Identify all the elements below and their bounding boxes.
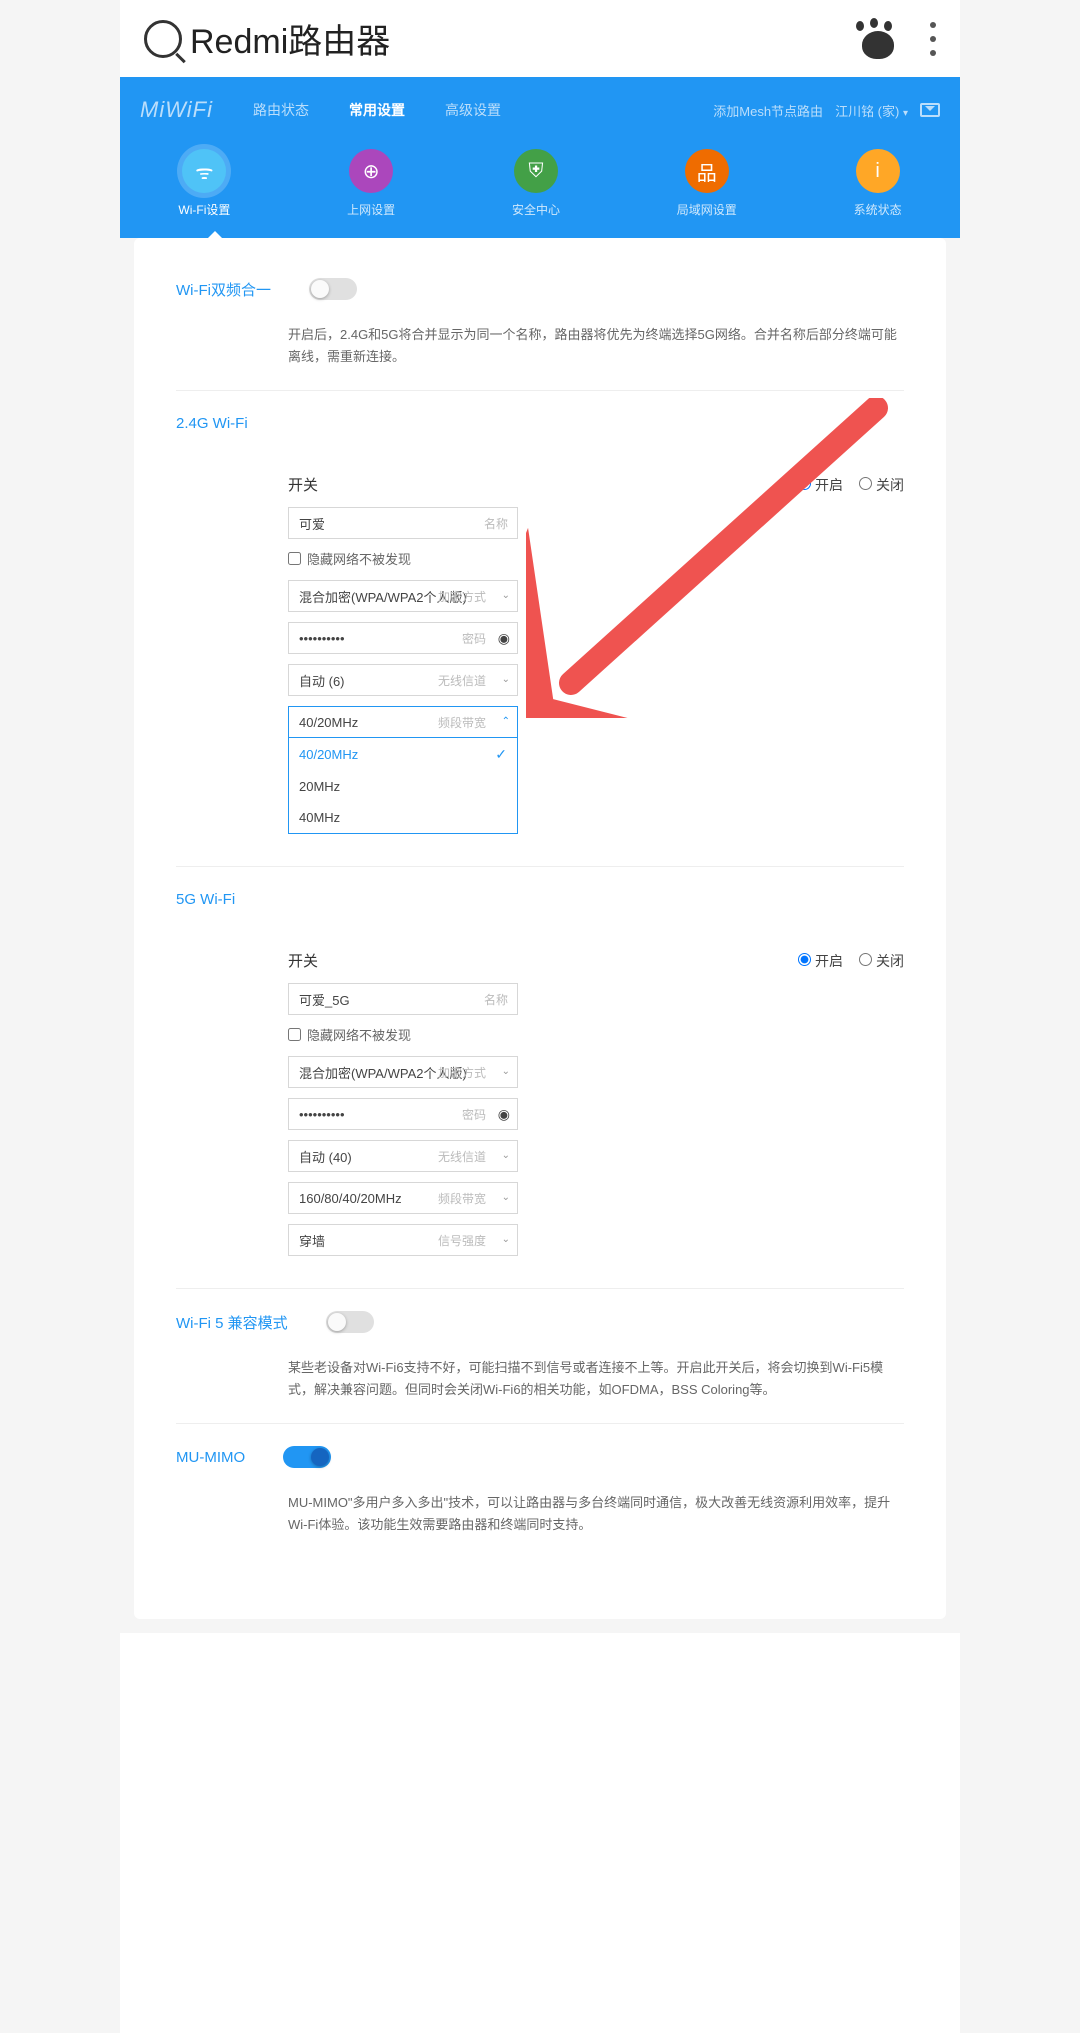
bw-option-20[interactable]: 20MHz (289, 771, 517, 802)
wifi24-off-radio[interactable]: 关闭 (859, 475, 904, 495)
search-icon[interactable] (144, 20, 182, 58)
wifi5-compat-desc: 某些老设备对Wi-Fi6支持不好，可能扫描不到信号或者连接不上等。开启此开关后，… (176, 1357, 904, 1401)
chevron-down-icon: ⌄ (502, 1150, 510, 1161)
eye-icon[interactable]: ◉ (498, 630, 510, 647)
dualband-title: Wi-Fi双频合一 (176, 279, 271, 300)
chevron-down-icon: ⌄ (502, 1234, 510, 1245)
wifi24-switch-label: 开关 (288, 474, 406, 495)
mumimo-desc: MU-MIMO"多用户多入多出"技术，可以让路由器与多台终端同时通信，极大改善无… (176, 1492, 904, 1536)
tab-status[interactable]: 路由状态 (253, 100, 309, 120)
more-icon[interactable] (930, 22, 936, 56)
tab-common[interactable]: 常用设置 (349, 100, 405, 120)
wifi5-compat-toggle[interactable] (326, 1311, 374, 1333)
subnav-internet[interactable]: ⊕上网设置 (347, 149, 395, 218)
wifi24-hide-checkbox[interactable]: 隐藏网络不被发现 (288, 549, 904, 568)
shield-icon: ⛨ (514, 149, 558, 193)
wifi5g-on-radio[interactable]: 开启 (798, 951, 843, 971)
chevron-down-icon: ▾ (903, 108, 908, 119)
wifi5g-hide-checkbox[interactable]: 隐藏网络不被发现 (288, 1025, 904, 1044)
dualband-desc: 开启后，2.4G和5G将合并显示为同一个名称，路由器将优先为终端选择5G网络。合… (176, 324, 904, 368)
mumimo-toggle[interactable] (283, 1446, 331, 1468)
chevron-down-icon: ⌄ (502, 590, 510, 601)
check-icon: ✓ (495, 746, 507, 763)
subnav-lan[interactable]: 品局域网设置 (677, 149, 737, 218)
wifi-icon: ᯤ (182, 149, 226, 193)
wifi5-compat-title: Wi-Fi 5 兼容模式 (176, 1312, 288, 1333)
globe-icon: ⊕ (349, 149, 393, 193)
mail-icon[interactable] (920, 103, 940, 117)
bw-option-40[interactable]: 40MHz (289, 802, 517, 833)
eye-icon[interactable]: ◉ (498, 1106, 510, 1123)
info-icon: i (856, 149, 900, 193)
chevron-down-icon: ⌄ (502, 1192, 510, 1203)
chevron-up-icon: ⌃ (502, 716, 510, 727)
wifi24-bandwidth-dropdown: 40/20MHz✓ 20MHz 40MHz (288, 738, 518, 834)
tab-advanced[interactable]: 高级设置 (445, 100, 501, 120)
baidu-icon[interactable] (854, 19, 902, 59)
network-icon: 品 (685, 149, 729, 193)
wifi24-heading: 2.4G Wi-Fi (176, 391, 904, 440)
mumimo-title: MU-MIMO (176, 1449, 245, 1466)
miwifi-logo: MiWiFi (140, 97, 213, 123)
wifi5g-off-radio[interactable]: 关闭 (859, 951, 904, 971)
wifi5g-heading: 5G Wi-Fi (176, 867, 904, 916)
subnav-system[interactable]: i系统状态 (854, 149, 902, 218)
wifi24-on-radio[interactable]: 开启 (798, 475, 843, 495)
dualband-toggle[interactable] (309, 278, 357, 300)
subnav-wifi[interactable]: ᯤWi-Fi设置 (178, 149, 230, 218)
bw-option-4020[interactable]: 40/20MHz✓ (289, 738, 517, 771)
subnav-security[interactable]: ⛨安全中心 (512, 149, 560, 218)
page-title: Redmi路由器 (190, 14, 390, 63)
wifi5g-switch-label: 开关 (288, 950, 406, 971)
chevron-down-icon: ⌄ (502, 1066, 510, 1077)
chevron-down-icon: ⌄ (502, 674, 510, 685)
add-mesh-link[interactable]: 添加Mesh节点路由 (713, 101, 823, 120)
user-menu[interactable]: 江川铭 (家) ▾ (835, 101, 908, 120)
